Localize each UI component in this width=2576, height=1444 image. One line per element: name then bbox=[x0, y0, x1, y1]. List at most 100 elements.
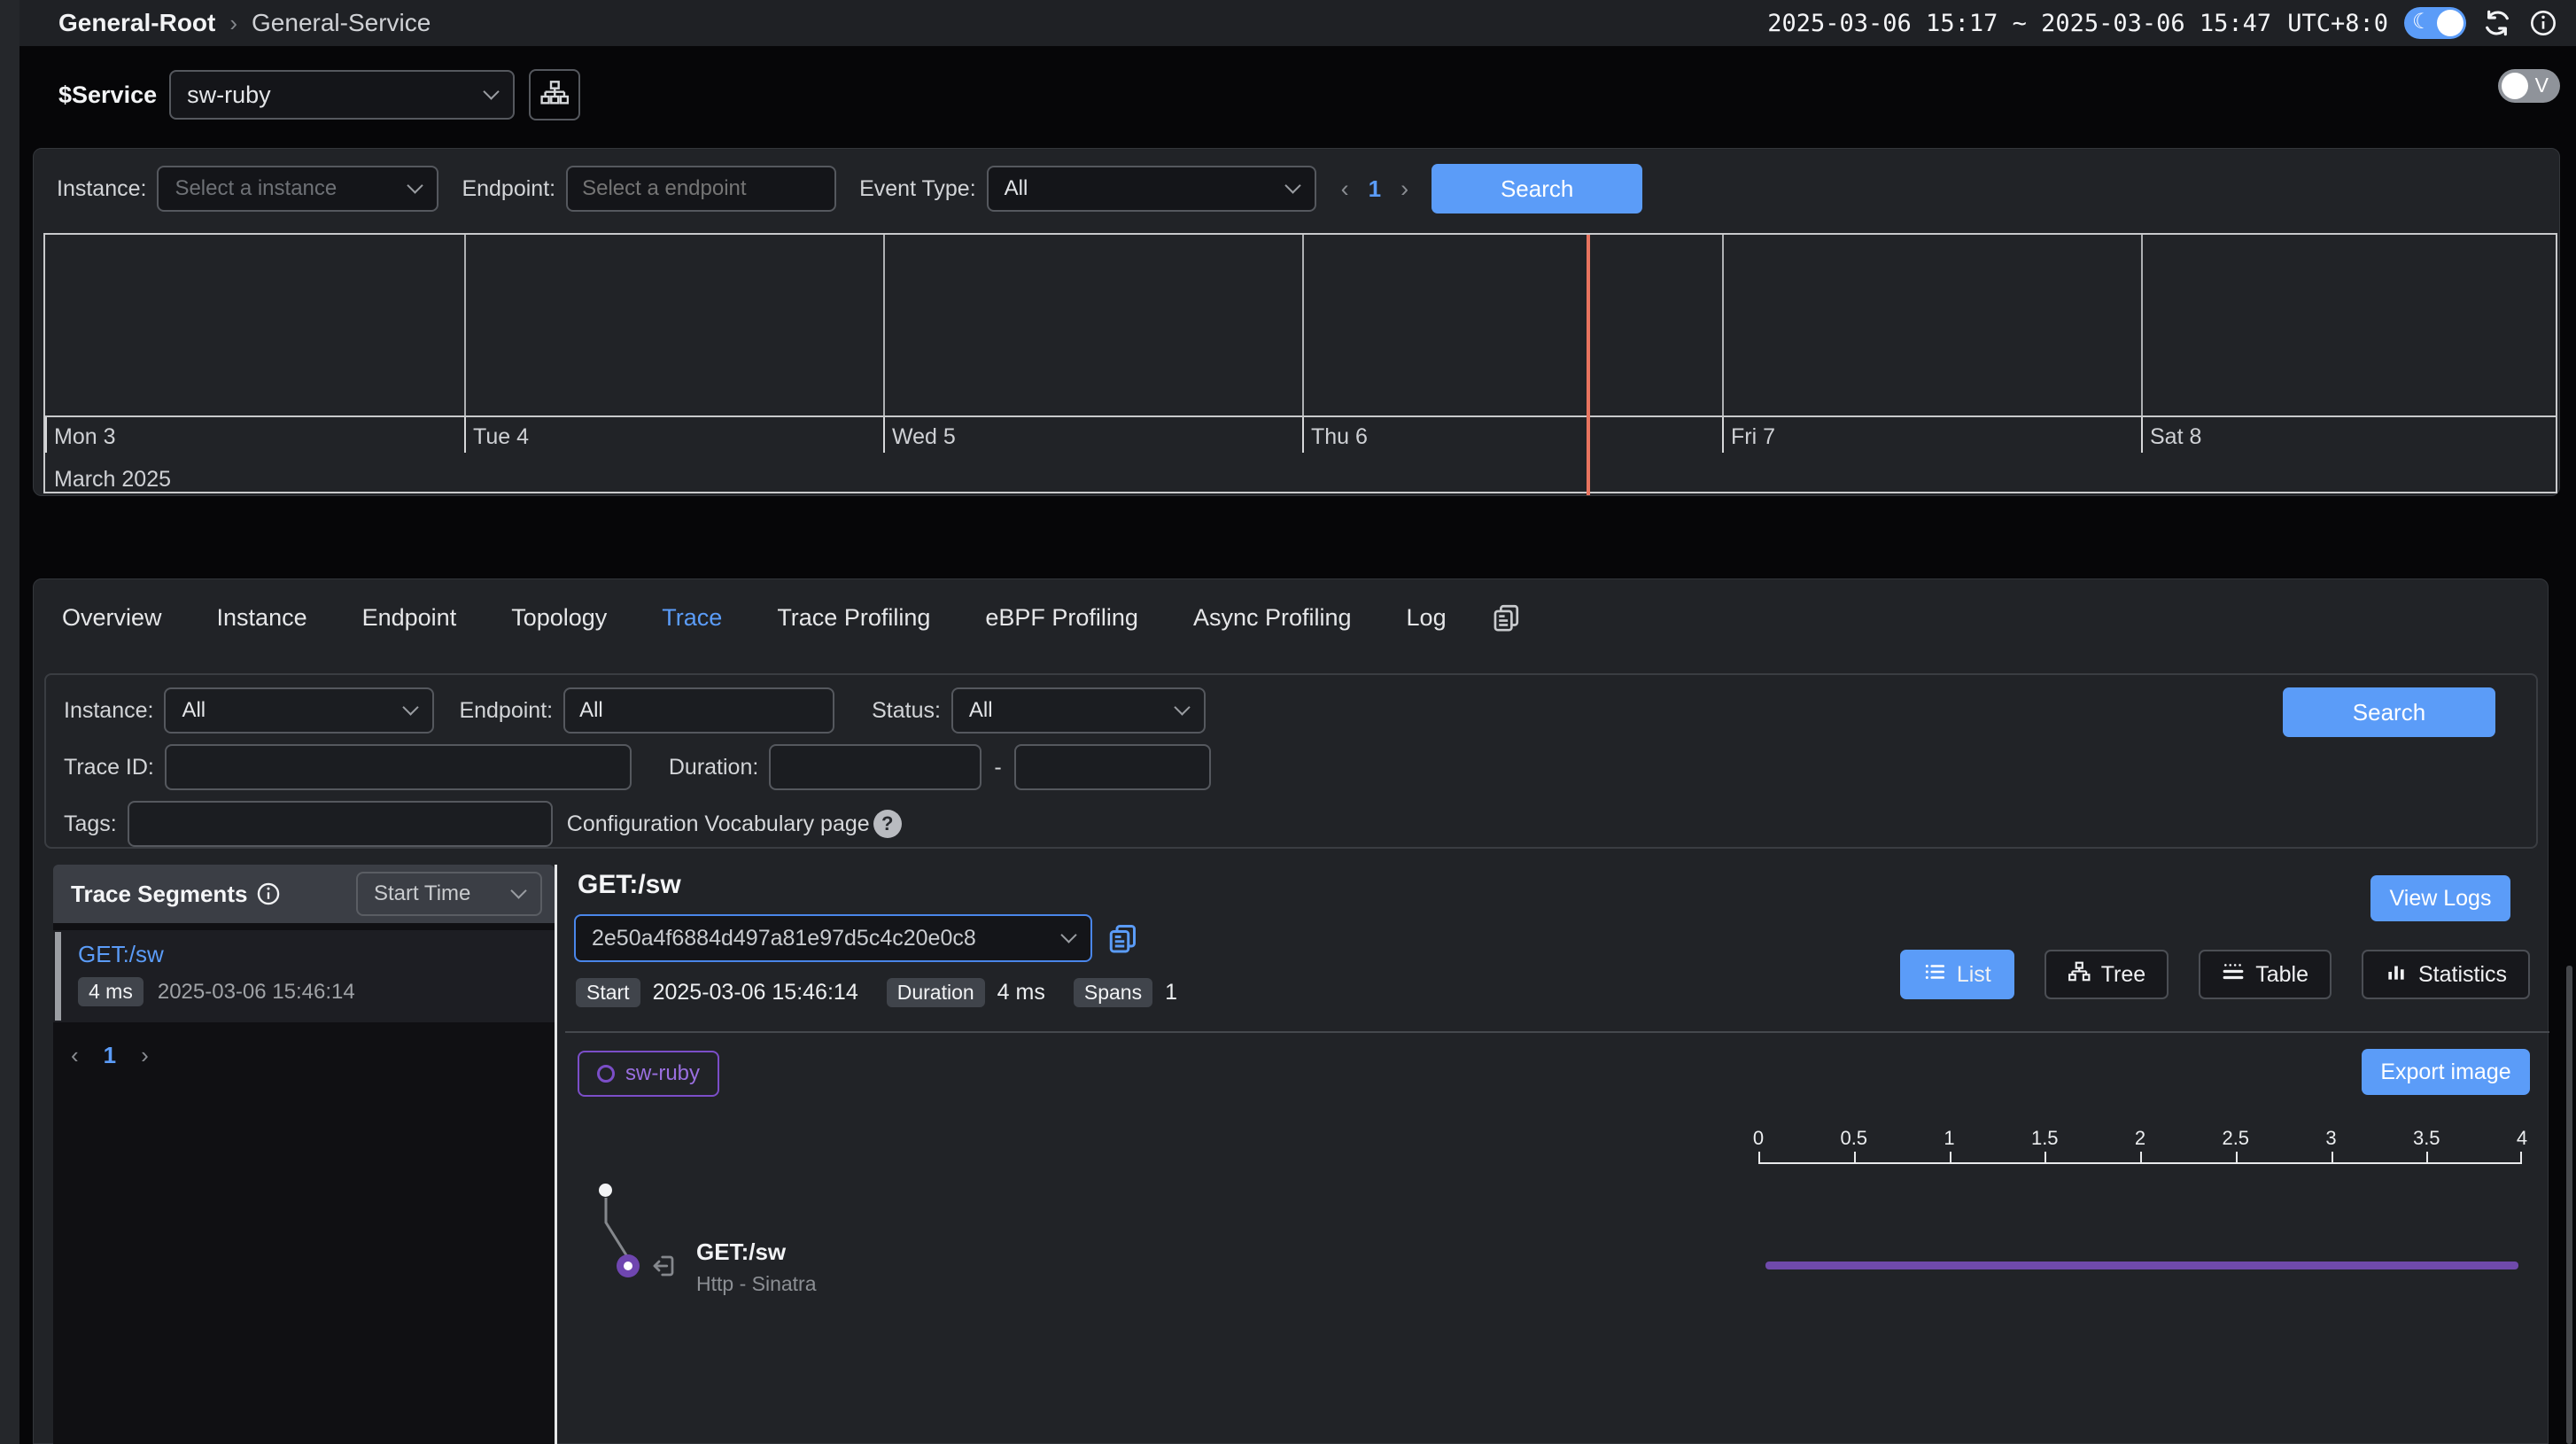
tab-ebpf-profiling[interactable]: eBPF Profiling bbox=[985, 604, 1138, 632]
calendar-day-tick bbox=[45, 417, 47, 453]
view-mode-table[interactable]: Table bbox=[2199, 950, 2332, 999]
segments-title: Trace Segments bbox=[71, 881, 247, 908]
tab-log[interactable]: Log bbox=[1407, 604, 1447, 632]
start-badge: Start bbox=[576, 978, 640, 1007]
span-node-icon[interactable] bbox=[617, 1254, 640, 1277]
copy-dashboard-icon[interactable] bbox=[1491, 602, 1521, 633]
ruler-tick-label: 0.5 bbox=[1840, 1127, 1867, 1150]
trace-filter-card: Instance: All Endpoint: Status: All Sear… bbox=[44, 673, 2538, 849]
next-page-button[interactable]: › bbox=[1401, 175, 1408, 203]
segments-next-button[interactable]: › bbox=[141, 1042, 149, 1069]
calendar-gridline bbox=[1302, 235, 1304, 415]
tags-label: Tags: bbox=[64, 811, 117, 837]
trace-status-label: Status: bbox=[872, 698, 941, 724]
spans-badge: Spans bbox=[1074, 978, 1152, 1007]
trace-filter-row-2: Trace ID: Duration: - bbox=[64, 744, 2518, 790]
ruler-tick-label: 3 bbox=[2325, 1127, 2336, 1150]
span-name[interactable]: GET:/sw bbox=[696, 1238, 786, 1266]
prev-page-button[interactable]: ‹ bbox=[1341, 175, 1349, 203]
chevron-down-icon bbox=[1174, 699, 1190, 715]
segments-sort-select[interactable]: Start Time bbox=[356, 872, 542, 916]
help-icon[interactable]: ? bbox=[873, 810, 902, 838]
duration-badge: Duration bbox=[887, 978, 985, 1007]
tags-input[interactable] bbox=[128, 801, 553, 847]
segment-start-time: 2025-03-06 15:46:14 bbox=[158, 980, 355, 1005]
segments-prev-button[interactable]: ‹ bbox=[71, 1042, 79, 1069]
trace-id-select[interactable]: 2e50a4f6884d497a81e97d5c4c20e0c8 bbox=[574, 914, 1092, 962]
time-range[interactable]: 2025-03-06 15:17 ~ 2025-03-06 15:47 bbox=[1767, 10, 2271, 37]
duration-min-input[interactable] bbox=[769, 744, 982, 790]
moon-icon: ☾ bbox=[2412, 9, 2432, 35]
view-mode-label: Table bbox=[2255, 962, 2308, 988]
service-topology-button[interactable] bbox=[529, 69, 580, 120]
view-mode-list[interactable]: List bbox=[1900, 950, 2014, 999]
version-toggle[interactable]: V bbox=[2498, 69, 2560, 103]
tab-async-profiling[interactable]: Async Profiling bbox=[1193, 604, 1352, 632]
event-type-select[interactable]: All bbox=[987, 166, 1316, 212]
calendar-day-tick bbox=[464, 417, 466, 453]
tab-trace[interactable]: Trace bbox=[662, 604, 722, 632]
collapsed-sidebar[interactable] bbox=[0, 0, 19, 1444]
spans-value: 1 bbox=[1165, 980, 1177, 1005]
chevron-down-icon bbox=[403, 699, 419, 715]
timeline-ruler: 0 0.5 1 1.5 2 2.5 3 3.5 4 bbox=[1758, 1127, 2522, 1164]
scrollbar-thumb[interactable] bbox=[2566, 966, 2572, 1444]
events-search-button[interactable]: Search bbox=[1432, 164, 1642, 213]
breadcrumb-root[interactable]: General-Root bbox=[58, 9, 215, 37]
service-legend-chip[interactable]: sw-ruby bbox=[578, 1051, 719, 1097]
segments-page-number[interactable]: 1 bbox=[104, 1042, 116, 1069]
entry-span-icon bbox=[650, 1253, 677, 1279]
trace-status-select[interactable]: All bbox=[951, 687, 1206, 734]
segment-item[interactable]: GET:/sw 4 ms 2025-03-06 15:46:14 bbox=[53, 930, 555, 1022]
tab-trace-profiling[interactable]: Trace Profiling bbox=[777, 604, 930, 632]
view-logs-button[interactable]: View Logs bbox=[2370, 875, 2510, 921]
timezone[interactable]: UTC+8:0 bbox=[2287, 10, 2388, 37]
trace-endpoint-label: Endpoint: bbox=[459, 698, 553, 724]
tab-endpoint[interactable]: Endpoint bbox=[362, 604, 457, 632]
view-mode-tree[interactable]: Tree bbox=[2045, 950, 2169, 999]
refresh-icon[interactable] bbox=[2482, 8, 2512, 38]
instance-select-placeholder: Select a instance bbox=[175, 176, 337, 201]
info-icon[interactable] bbox=[2528, 8, 2558, 38]
tab-overview[interactable]: Overview bbox=[62, 604, 162, 632]
trace-segments-panel: Trace Segments Start Time GET:/sw 4 ms bbox=[53, 865, 555, 1444]
breadcrumb-current[interactable]: General-Service bbox=[252, 9, 431, 37]
service-legend-circle-icon bbox=[597, 1065, 615, 1083]
segments-info-icon[interactable] bbox=[256, 881, 281, 906]
calendar-day-label: Mon 3 bbox=[54, 424, 115, 450]
calendar-axis-line bbox=[45, 415, 2556, 417]
trace-filter-row-3: Tags: Configuration Vocabulary page ? bbox=[64, 801, 2518, 847]
service-bar: $Service sw-ruby V bbox=[19, 46, 2576, 144]
trace-instance-select[interactable]: All bbox=[164, 687, 434, 734]
panel-divider[interactable] bbox=[555, 865, 557, 1444]
segment-meta: 4 ms 2025-03-06 15:46:14 bbox=[78, 977, 555, 1006]
trace-detail: GET:/sw 2e50a4f6884d497a81e97d5c4c20e0c8… bbox=[565, 865, 2549, 1444]
header-right: 2025-03-06 15:17 ~ 2025-03-06 15:47 UTC+… bbox=[1767, 7, 2558, 39]
trace-endpoint-input[interactable] bbox=[563, 687, 834, 734]
view-mode-statistics[interactable]: Statistics bbox=[2362, 950, 2530, 999]
calendar-day-label: Fri 7 bbox=[1731, 424, 1775, 450]
theme-toggle[interactable]: ☾ bbox=[2404, 7, 2466, 39]
page-number[interactable]: 1 bbox=[1369, 175, 1381, 203]
chevron-down-icon bbox=[1060, 927, 1076, 943]
service-select[interactable]: sw-ruby bbox=[169, 70, 515, 120]
tab-instance[interactable]: Instance bbox=[217, 604, 307, 632]
trace-id-input[interactable] bbox=[165, 744, 632, 790]
export-image-button[interactable]: Export image bbox=[2362, 1049, 2530, 1095]
segment-name[interactable]: GET:/sw bbox=[78, 941, 555, 968]
vocabulary-link[interactable]: Configuration Vocabulary page bbox=[567, 811, 870, 837]
instance-select[interactable]: Select a instance bbox=[157, 166, 438, 212]
endpoint-input[interactable] bbox=[566, 166, 836, 212]
duration-max-input[interactable] bbox=[1014, 744, 1211, 790]
table-icon bbox=[2222, 960, 2245, 990]
copy-trace-id-icon[interactable] bbox=[1106, 922, 1138, 954]
tab-topology[interactable]: Topology bbox=[511, 604, 607, 632]
trace-search-button[interactable]: Search bbox=[2283, 687, 2495, 737]
calendar-day-label: Sat 8 bbox=[2150, 424, 2201, 450]
ruler-tick bbox=[1758, 1152, 1760, 1162]
events-toolbar: Instance: Select a instance Endpoint: Ev… bbox=[34, 149, 2559, 216]
ruler-tick bbox=[2045, 1152, 2046, 1162]
list-icon bbox=[1923, 960, 1946, 990]
span-duration-bar[interactable] bbox=[1765, 1262, 2518, 1269]
events-calendar-heatmap[interactable]: Mon 3 Tue 4 Wed 5 Thu 6 Fri 7 Sat 8 Marc… bbox=[43, 233, 2557, 493]
